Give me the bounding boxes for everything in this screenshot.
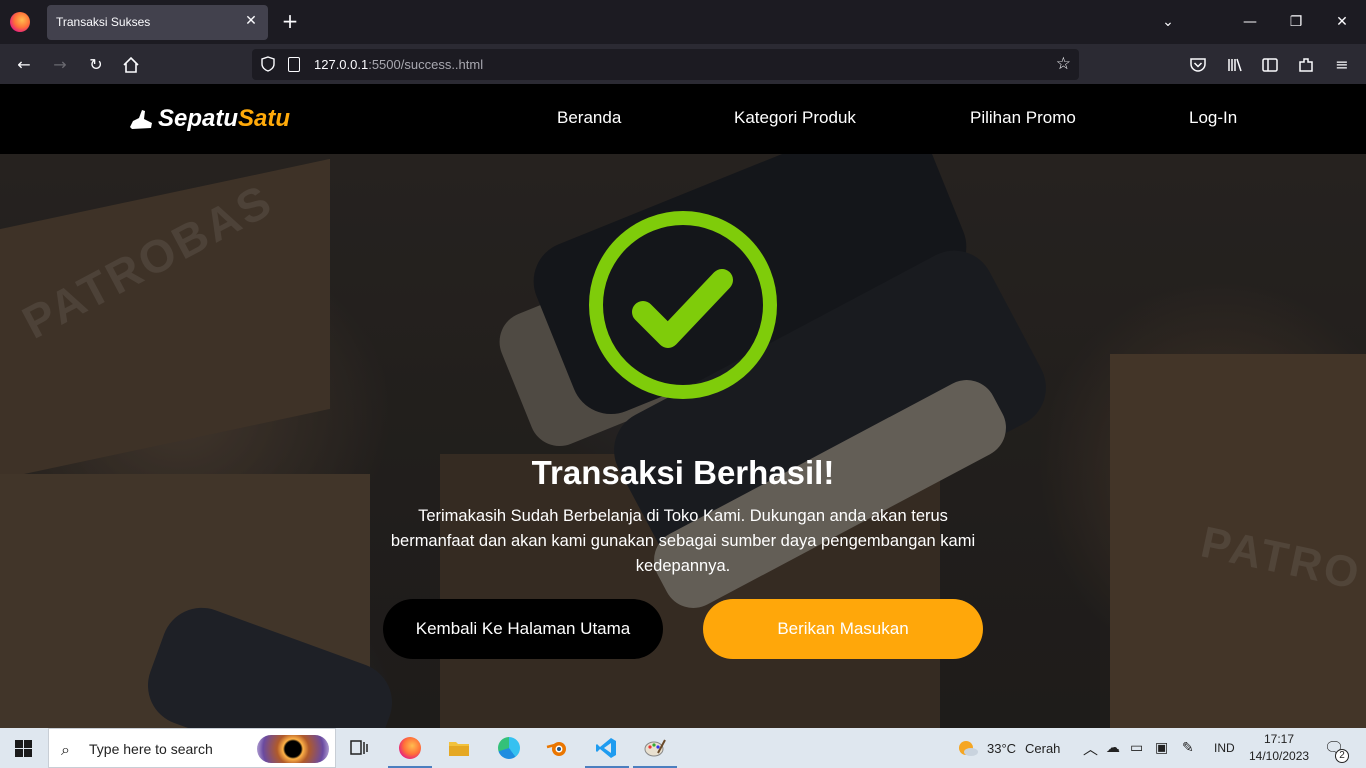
edge-icon[interactable] — [495, 734, 523, 762]
show-hidden-icons-chevron-icon[interactable]: ︿ — [1083, 738, 1098, 759]
language-indicator[interactable]: IND — [1214, 741, 1235, 755]
nav-beranda[interactable]: Beranda — [557, 108, 621, 128]
shield-icon[interactable] — [260, 56, 276, 72]
site-logo[interactable]: SepatuSatu — [128, 104, 290, 134]
search-placeholder: Type here to search — [89, 741, 213, 757]
browser-tab-bar: Transaksi Sukses ✕ + ⌄ — ❐ ✕ — [0, 0, 1366, 44]
url-bar[interactable]: 127.0.0.1:5500/success..html ☆ — [252, 49, 1079, 80]
browser-tab[interactable]: Transaksi Sukses ✕ — [47, 5, 268, 40]
taskbar-search-box[interactable]: ⌕ Type here to search — [48, 728, 336, 768]
window-close-icon[interactable]: ✕ — [1332, 12, 1352, 32]
search-highlight-image — [257, 735, 329, 763]
sidebar-icon[interactable] — [1259, 54, 1281, 76]
site-header: SepatuSatu Beranda Kategori Produk Pilih… — [0, 84, 1366, 154]
plus-icon[interactable]: + — [280, 11, 300, 31]
menu-icon[interactable]: ≡ — [1331, 54, 1353, 76]
tab-title: Transaksi Sukses — [56, 15, 151, 29]
success-check-icon — [589, 211, 777, 399]
blender-icon[interactable] — [543, 734, 571, 762]
weather-temp[interactable]: 33°C — [987, 741, 1016, 756]
logo-text: SepatuSatu — [158, 105, 291, 132]
nav-kategori-produk[interactable]: Kategori Produk — [734, 108, 856, 128]
battery-icon[interactable]: ▭ — [1130, 739, 1143, 756]
clock-time[interactable]: 17:17 — [1264, 732, 1294, 746]
nav-pilihan-promo[interactable]: Pilihan Promo — [970, 108, 1076, 128]
bookmark-star-icon[interactable]: ☆ — [1056, 54, 1071, 74]
search-icon: ⌕ — [61, 740, 70, 759]
firefox-icon[interactable] — [10, 12, 30, 32]
nav-log-in[interactable]: Log-In — [1189, 108, 1237, 128]
forward-icon[interactable]: → — [49, 54, 71, 76]
reload-icon[interactable]: ↻ — [85, 54, 107, 76]
windows-start-icon[interactable] — [15, 740, 32, 757]
firefox-taskbar-icon[interactable] — [396, 734, 424, 762]
url-text[interactable]: 127.0.0.1:5500/success..html — [314, 57, 483, 72]
success-title: Transaksi Berhasil! — [531, 454, 835, 491]
task-view-icon[interactable] — [346, 734, 374, 762]
extensions-icon[interactable] — [1295, 54, 1317, 76]
onedrive-icon[interactable]: ☁ — [1106, 739, 1120, 756]
browser-nav-bar: ← → ↻ 127.0.0.1:5500/success..html ☆ ≡ — [0, 44, 1366, 84]
weather-desc[interactable]: Cerah — [1025, 741, 1060, 756]
success-description: Terimakasih Sudah Berbelanja di Toko Kam… — [390, 507, 976, 575]
give-feedback-button[interactable]: Berikan Masukan — [703, 599, 983, 659]
back-home-button[interactable]: Kembali Ke Halaman Utama — [383, 599, 663, 659]
pen-icon[interactable]: ✎ — [1182, 739, 1194, 756]
sneaker-logo-icon — [130, 110, 152, 129]
close-icon[interactable]: ✕ — [242, 12, 260, 30]
home-icon[interactable] — [120, 54, 142, 76]
back-icon[interactable]: ← — [13, 54, 35, 76]
file-explorer-icon[interactable] — [445, 734, 473, 762]
minimize-icon[interactable]: — — [1240, 12, 1260, 32]
page-icon — [288, 57, 300, 72]
vscode-icon[interactable] — [592, 734, 620, 762]
chevron-down-icon[interactable]: ⌄ — [1158, 12, 1178, 32]
page-viewport: PATROBAS PATRO SepatuSatu Beranda Katego… — [0, 84, 1366, 728]
pocket-icon[interactable] — [1187, 54, 1209, 76]
notification-badge: 2 — [1335, 749, 1349, 763]
clock-date[interactable]: 14/10/2023 — [1249, 749, 1309, 763]
paint-icon[interactable] — [641, 734, 669, 762]
weather-icon[interactable] — [954, 734, 982, 762]
network-icon[interactable]: ▣ — [1155, 739, 1168, 756]
library-icon[interactable] — [1224, 54, 1246, 76]
windows-taskbar: ⌕ Type here to search 33°C Cerah ︿ ☁ ▭ ▣… — [0, 728, 1366, 768]
restore-icon[interactable]: ❐ — [1286, 12, 1306, 32]
